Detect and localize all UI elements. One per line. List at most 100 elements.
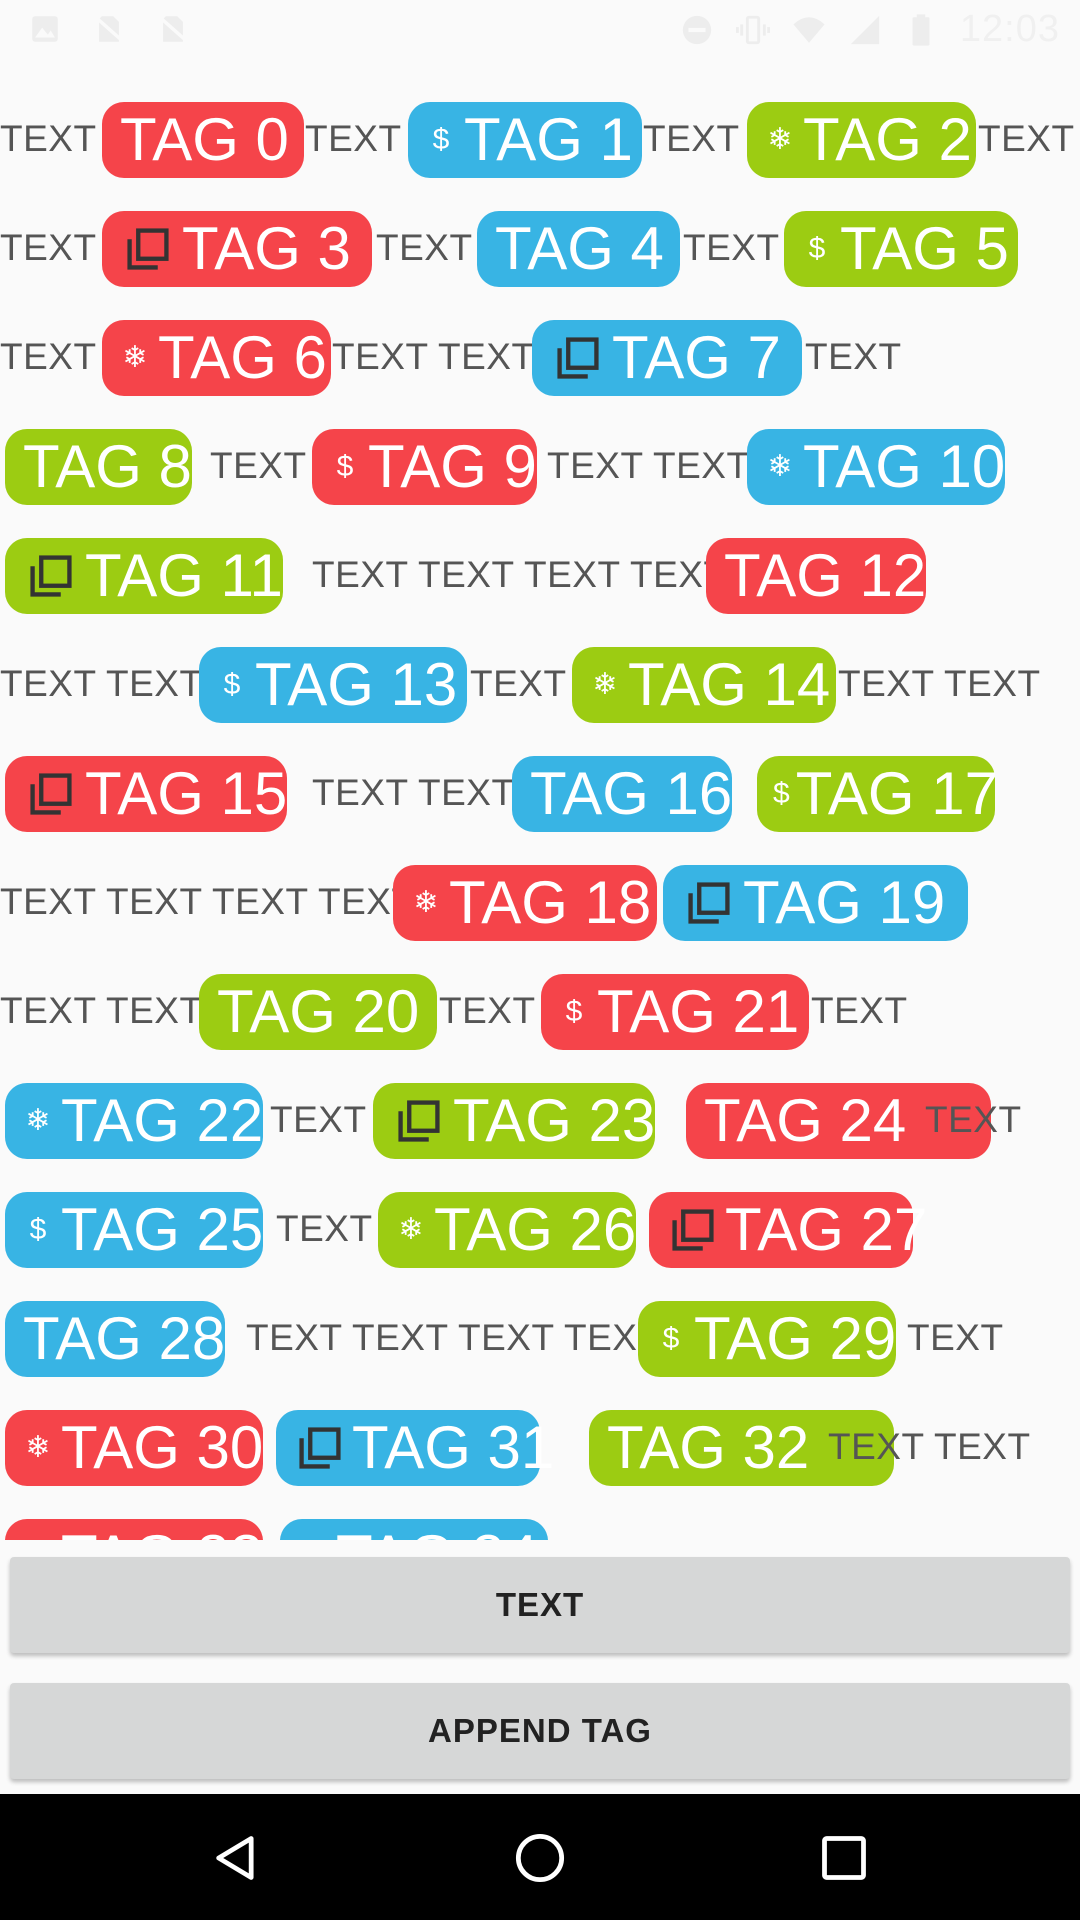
tag-chip[interactable]: ❄ TAG 18 <box>393 865 657 941</box>
plain-text: TEXT TEXT <box>332 336 535 377</box>
tag-chip[interactable]: TAG 31 <box>276 1410 554 1486</box>
tag-label: TAG 15 <box>85 760 288 827</box>
copy-icon <box>120 221 176 277</box>
plain-text: TEXT TEXT TEXT TEXT <box>246 1317 661 1358</box>
tag-label: TAG 33 <box>61 1519 263 1540</box>
tag-label: TAG 18 <box>449 869 652 936</box>
tag-chip[interactable]: $ TAG 25 <box>5 1192 264 1268</box>
tag-chip[interactable]: TAG 15 <box>5 756 288 832</box>
plain-text: TEXT TEXT TEXT TEXT <box>312 554 727 595</box>
tag-chip[interactable]: $ TAG 5 <box>784 211 1018 287</box>
dollar-icon: $ <box>773 777 790 810</box>
dollar-icon: $ <box>565 995 583 1028</box>
plain-text: TEXT <box>376 227 473 268</box>
back-icon[interactable] <box>210 1832 262 1884</box>
tag-row: ❄ TAG 22 TEXT TAG 23 TAG 24 TEXT <box>0 1081 1080 1159</box>
tag-label: TAG 13 <box>255 651 458 718</box>
wifi-icon <box>793 16 825 43</box>
tag-chip[interactable]: $ TAG 21 <box>541 974 809 1050</box>
tag-chip[interactable]: $ TAG 17 <box>757 756 998 832</box>
plain-text: TEXT <box>270 1099 367 1140</box>
tag-chip[interactable]: ❄ TAG 22 <box>5 1083 264 1159</box>
snowflake-icon: ❄ <box>25 1104 51 1137</box>
image-icon <box>32 16 58 42</box>
tag-chip[interactable]: TAG 23 <box>373 1083 656 1159</box>
plain-text: TEXT <box>643 118 740 159</box>
plain-text: TEXT TEXT <box>547 445 750 486</box>
plain-text: TEXT <box>0 336 97 377</box>
tag-label: TAG 32 <box>607 1414 810 1481</box>
tag-flow-container[interactable]: TEXT TAG 0 TEXT $ TAG 1 TEXT ❄ TAG 2 TEXT TEXT TAG… <box>0 100 1080 1540</box>
tag-chip[interactable]: ❄ TAG 2 <box>747 102 976 178</box>
tag-label: TAG 8 <box>23 433 192 500</box>
tag-label: TAG 29 <box>694 1305 897 1372</box>
tag-chip[interactable]: TAG 19 <box>663 865 968 941</box>
plain-text: TEXT <box>470 663 567 704</box>
tag-row: $ TAG 33 ❄ TAG 34 <box>0 1517 1080 1540</box>
plain-text: TEXT <box>925 1099 1022 1140</box>
tag-label: TAG 27 <box>725 1196 928 1263</box>
tag-chip[interactable]: $ TAG 9 <box>312 429 537 505</box>
tag-chip[interactable]: TAG 20 <box>199 974 437 1050</box>
plain-text: TEXT <box>0 118 97 159</box>
tag-label: TAG 7 <box>612 324 781 391</box>
home-icon[interactable] <box>514 1832 566 1884</box>
tag-label: TAG 10 <box>803 433 1006 500</box>
status-bar-left <box>28 12 190 46</box>
plain-text: TEXT TEXT <box>0 663 203 704</box>
tag-chip[interactable]: ❄ TAG 10 <box>747 429 1006 505</box>
battery-icon <box>912 13 930 46</box>
plain-text: TEXT TEXT <box>0 990 203 1031</box>
tag-label: TAG 19 <box>743 869 946 936</box>
snowflake-icon: ❄ <box>296 1519 330 1540</box>
tag-chip[interactable]: $ TAG 29 <box>638 1301 897 1377</box>
tag-chip[interactable]: TAG 3 <box>102 211 372 287</box>
tag-row: TEXT TEXT $ TAG 13 TEXT ❄ TAG 14 TEXT TEXT <box>0 645 1080 723</box>
plain-text: TEXT TEXT <box>312 772 515 813</box>
tag-chip[interactable]: ❄ TAG 34 <box>280 1519 548 1540</box>
tag-chip[interactable]: ❄ TAG 6 <box>102 320 331 396</box>
plain-text: TEXT <box>978 118 1075 159</box>
status-time: 12:03 <box>959 8 1060 50</box>
snowflake-icon: ❄ <box>767 123 793 156</box>
tag-chip[interactable]: $ TAG 1 <box>408 102 642 178</box>
tag-label: TAG 0 <box>120 106 289 173</box>
tag-label: TAG 3 <box>182 215 351 282</box>
tag-chip[interactable]: $ TAG 13 <box>199 647 467 723</box>
tag-label: TAG 2 <box>803 106 972 173</box>
tag-row: TEXT TAG 3 TEXT TAG 4 TEXT $ TAG 5 <box>0 209 1080 287</box>
copy-icon <box>391 1093 447 1149</box>
recents-icon[interactable] <box>818 1832 870 1884</box>
tag-row: TEXT TEXT TAG 20 TEXT $ TAG 21 TEXT <box>0 972 1080 1050</box>
snowflake-icon: ❄ <box>398 1213 424 1246</box>
tag-chip[interactable]: TAG 11 <box>5 538 283 614</box>
tag-chip[interactable]: $ TAG 33 <box>5 1519 264 1540</box>
tag-chip[interactable]: TAG 4 <box>477 211 680 287</box>
tag-chip[interactable]: ❄ TAG 14 <box>572 647 836 723</box>
tag-chip[interactable]: TAG 7 <box>532 320 802 396</box>
snowflake-icon: ❄ <box>592 668 618 701</box>
tag-chip[interactable]: TAG 12 <box>706 538 927 614</box>
tag-label: TAG 30 <box>61 1414 264 1481</box>
no-sim-icon <box>95 16 123 42</box>
dollar-icon: $ <box>29 1213 47 1246</box>
append-tag-button[interactable]: APPEND TAG <box>10 1683 1070 1779</box>
tag-chip[interactable]: TAG 28 <box>5 1301 226 1377</box>
dollar-icon: $ <box>336 450 354 483</box>
plain-text: TEXT TEXT TEXT TEXT <box>0 881 415 922</box>
plain-text: TEXT <box>0 227 97 268</box>
tag-chip[interactable]: ❄ TAG 26 <box>378 1192 637 1268</box>
tag-chip[interactable]: TAG 8 <box>5 429 192 505</box>
tag-chip[interactable]: TAG 27 <box>649 1192 927 1268</box>
tag-row: TAG 8 TEXT $ TAG 9 TEXT TEXT ❄ TAG 10 <box>0 427 1080 505</box>
copy-icon <box>294 1420 346 1476</box>
tag-label: TAG 21 <box>597 978 800 1045</box>
plain-text: TEXT <box>276 1208 373 1249</box>
tag-chip[interactable]: TAG 16 <box>512 756 733 832</box>
snowflake-icon: ❄ <box>25 1431 51 1464</box>
tag-chip[interactable]: TAG 0 <box>102 102 304 178</box>
tag-label: TAG 11 <box>85 542 283 609</box>
dollar-icon: $ <box>662 1322 680 1355</box>
tag-chip[interactable]: ❄ TAG 30 <box>5 1410 264 1486</box>
text-button[interactable]: TEXT <box>10 1557 1070 1653</box>
